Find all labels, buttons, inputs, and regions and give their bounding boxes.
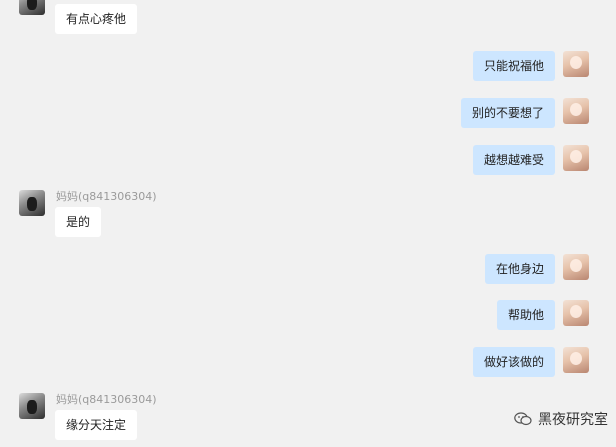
- user-avatar[interactable]: [563, 300, 589, 326]
- message-bubble-sent[interactable]: 帮助他: [496, 300, 555, 330]
- message-bubble-sent[interactable]: 只能祝福他: [472, 51, 555, 81]
- user-avatar[interactable]: [563, 98, 589, 124]
- user-avatar[interactable]: [563, 145, 589, 171]
- contact-avatar[interactable]: [19, 393, 45, 419]
- message-bubble-received[interactable]: 是的: [55, 207, 102, 237]
- watermark-text: 黑夜研究室: [538, 412, 608, 428]
- chat-history: 有点心疼他 只能祝福他 别的不要想了 越想越难受 妈妈(q841306304) …: [0, 0, 616, 447]
- contact-avatar[interactable]: [19, 190, 45, 216]
- message-bubble-sent[interactable]: 越想越难受: [472, 145, 555, 175]
- message-bubble-sent[interactable]: 在他身边: [484, 254, 555, 284]
- user-avatar[interactable]: [563, 51, 589, 77]
- sender-name: 妈妈(q841306304): [56, 393, 157, 406]
- watermark: 黑夜研究室: [514, 409, 608, 429]
- user-avatar[interactable]: [563, 254, 589, 280]
- message-bubble-received[interactable]: 有点心疼他: [55, 4, 138, 34]
- contact-avatar[interactable]: [19, 0, 45, 15]
- message-bubble-sent[interactable]: 别的不要想了: [460, 98, 555, 128]
- user-avatar[interactable]: [563, 347, 589, 373]
- message-bubble-sent[interactable]: 做好该做的: [472, 347, 555, 377]
- sender-name: 妈妈(q841306304): [56, 190, 157, 203]
- message-bubble-received[interactable]: 缘分天注定: [55, 410, 138, 440]
- wechat-icon: [514, 412, 532, 426]
